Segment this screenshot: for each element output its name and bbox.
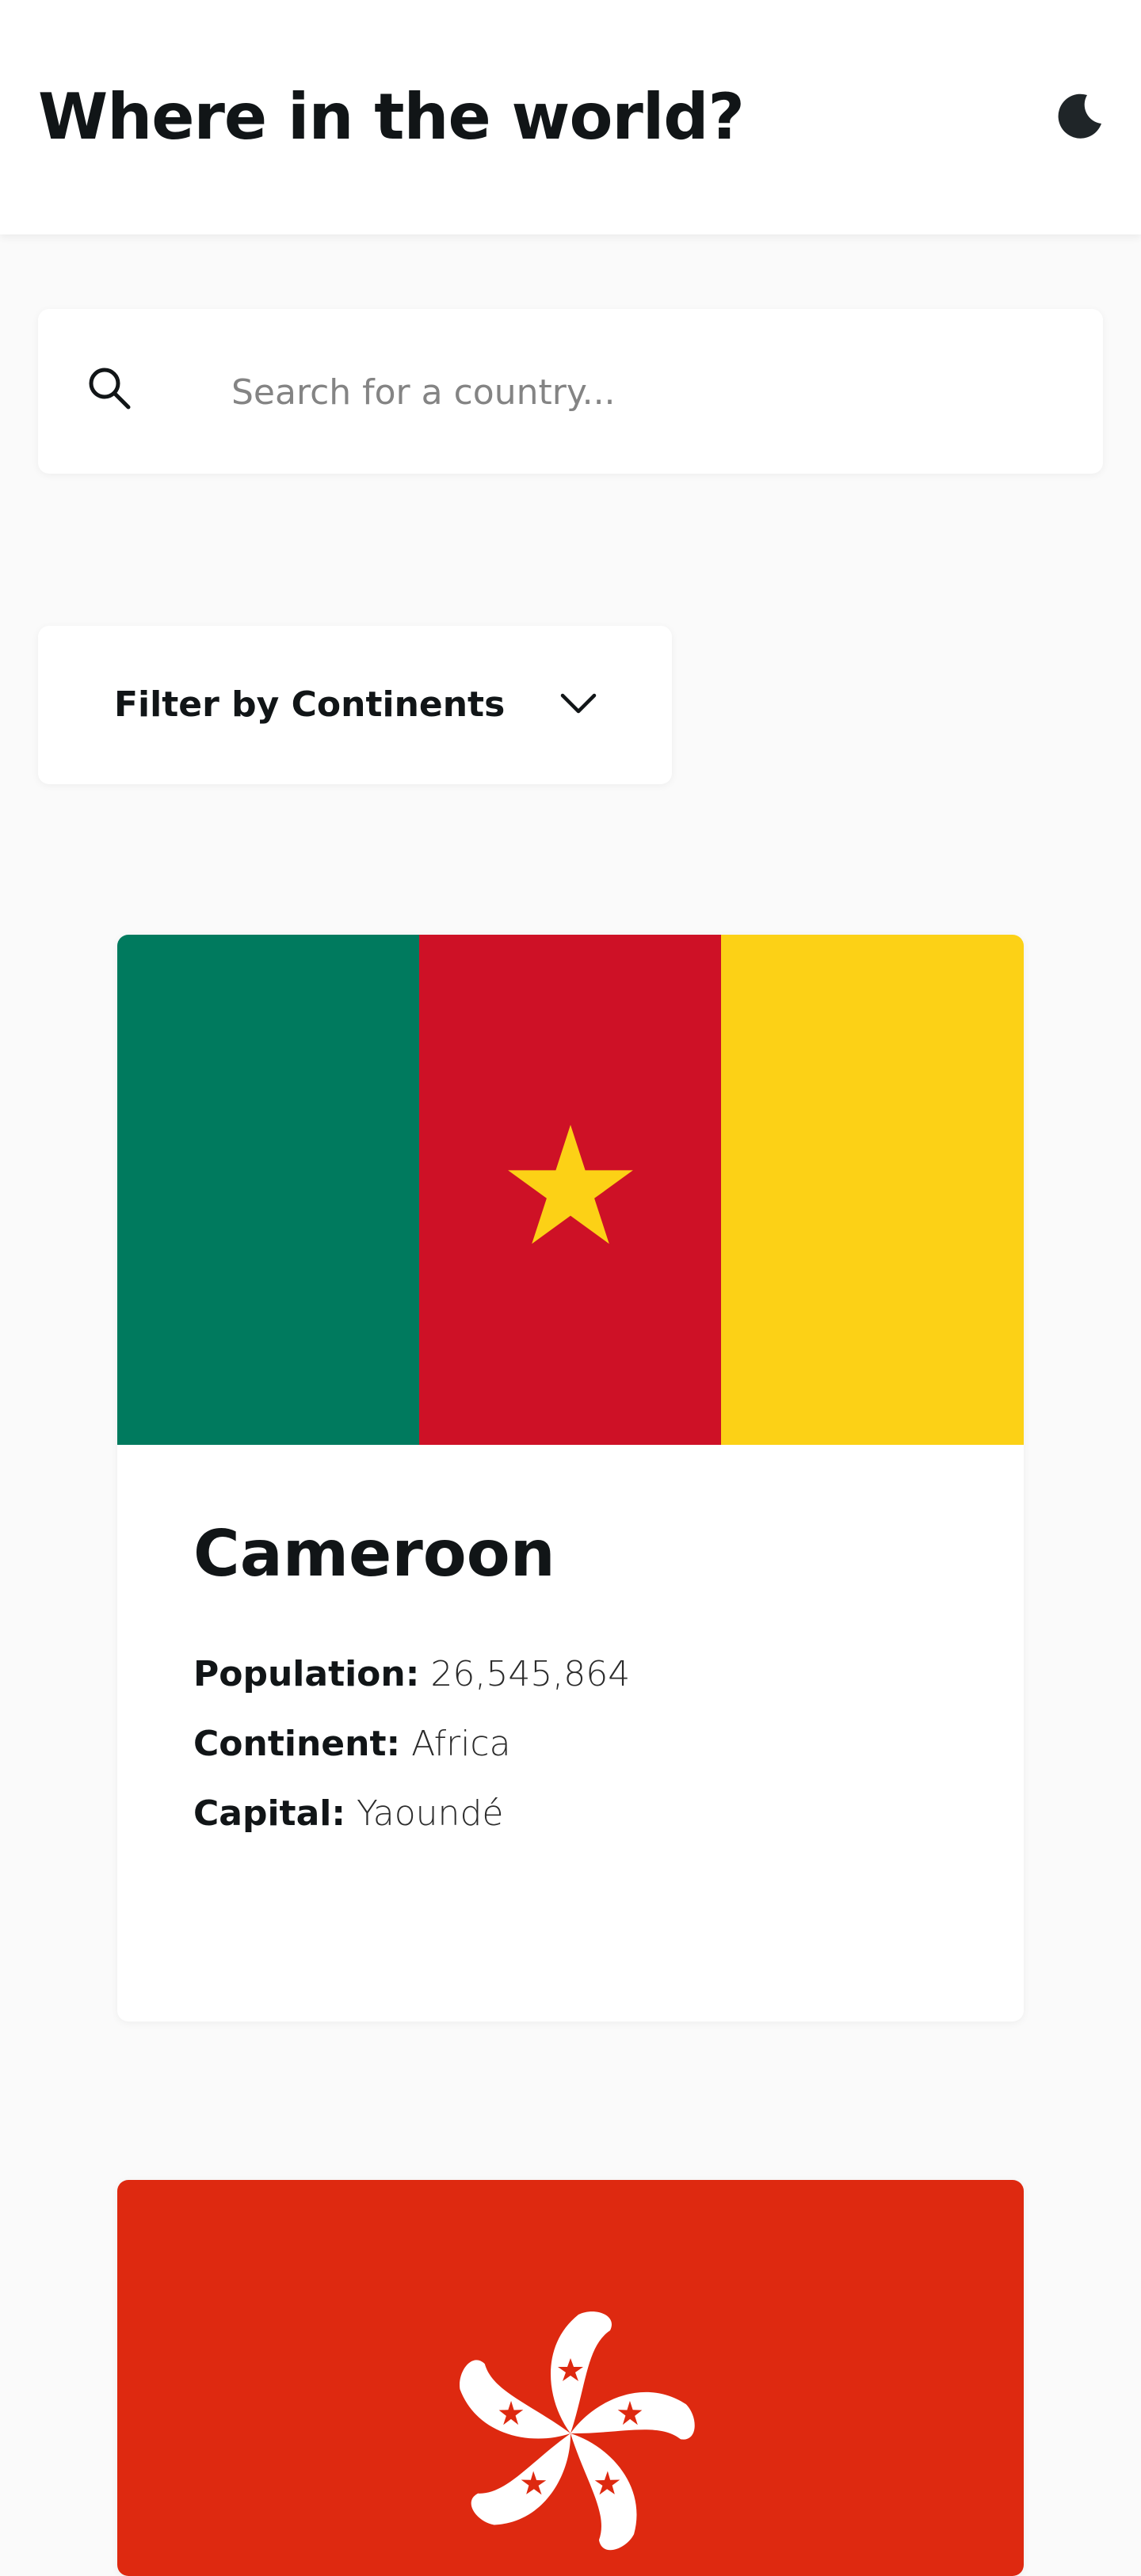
search-input[interactable] [230,356,1070,428]
card-body: Cameroon Population: 26,545,864 Continen… [193,1515,970,1860]
theme-toggle-button[interactable] [1055,90,1106,141]
country-card[interactable] [117,2180,1024,2576]
country-card[interactable]: Cameroon Population: 26,545,864 Continen… [117,935,1024,2022]
capital-label: Capital: [193,1793,345,1834]
chevron-down-icon [560,693,597,714]
country-flag [117,935,1024,1445]
app-header: Where in the world? [0,0,1141,234]
population-label: Population: [193,1654,420,1694]
country-flag [117,2180,1024,2576]
continent-value: Africa [411,1724,511,1764]
search-icon[interactable] [86,364,133,412]
continent-row: Continent: Africa [193,1721,970,1768]
continent-filter-dropdown[interactable]: Filter by Continents [38,626,672,784]
moon-icon [1058,93,1101,139]
population-value: 26,545,864 [430,1654,631,1694]
capital-value: Yaoundé [356,1793,504,1834]
filter-label: Filter by Continents [114,684,506,725]
population-row: Population: 26,545,864 [193,1651,970,1698]
continent-label: Continent: [193,1724,401,1764]
country-name: Cameroon [193,1517,555,1591]
capital-row: Capital: Yaoundé [193,1790,970,1838]
app-title: Where in the world? [38,80,745,154]
